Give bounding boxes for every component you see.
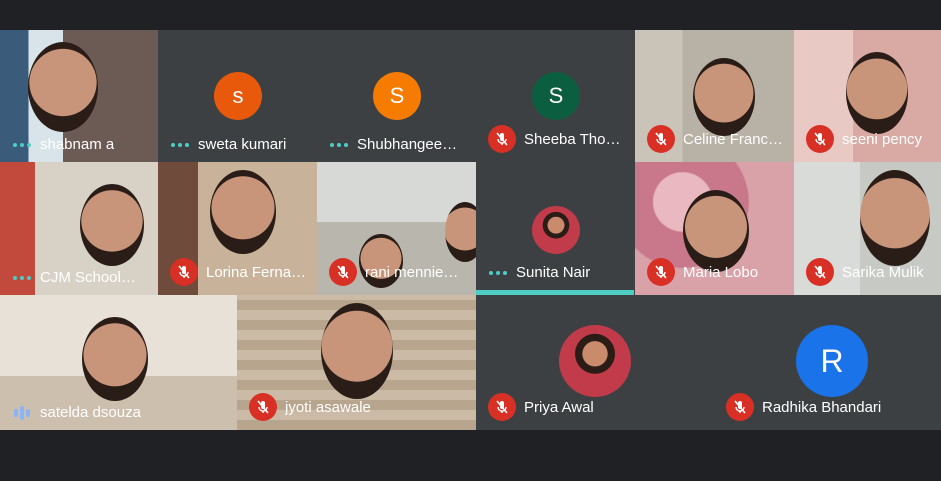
participant-tile[interactable]: Sunita Nair	[476, 162, 635, 295]
bottom-bar	[0, 430, 941, 481]
participant-name: rani mennie…	[365, 263, 459, 281]
participant-avatar	[559, 325, 631, 397]
participant-face	[846, 52, 908, 134]
participant-name: CJM School…	[40, 269, 136, 286]
participant-name: seeni pency	[842, 130, 923, 148]
speaking-dots-icon	[12, 275, 32, 280]
participant-face	[80, 184, 144, 266]
participant-avatar	[532, 206, 580, 254]
participant-name: Lorina Ferna…	[206, 263, 307, 281]
participant-tile[interactable]: s sweta kumari	[158, 30, 317, 162]
participant-name: Shubhangee…	[357, 136, 458, 153]
top-bar	[0, 0, 941, 30]
participant-tile[interactable]: Maria Lobo	[635, 162, 794, 295]
participant-avatar: S	[532, 72, 580, 120]
participant-name: Celine Franc…	[683, 130, 784, 148]
participant-name: sweta kumari	[198, 136, 287, 153]
participant-tile[interactable]: jyoti asawale	[237, 295, 476, 430]
participant-face	[210, 170, 276, 254]
participant-face	[445, 202, 476, 262]
participant-tile[interactable]: rani mennie…	[317, 162, 476, 295]
speaking-dots-icon	[329, 142, 349, 147]
participant-name: Sarika Mulik	[842, 263, 924, 281]
participant-face	[82, 317, 148, 401]
participant-tile[interactable]: Priya Awal	[476, 295, 714, 430]
participant-tile[interactable]: Celine Franc…	[635, 30, 794, 162]
mic-off-icon	[170, 258, 198, 286]
speaking-dots-icon	[488, 270, 508, 275]
participant-face	[860, 170, 930, 266]
participant-name: jyoti asawale	[285, 398, 371, 416]
participant-tile[interactable]: Sarika Mulik	[794, 162, 941, 295]
participant-tile[interactable]: Lorina Ferna…	[158, 162, 317, 295]
participant-name: shabnam a	[40, 136, 115, 153]
participant-face	[28, 42, 98, 132]
participant-tile[interactable]: seeni pency	[794, 30, 941, 162]
mic-off-icon	[726, 393, 754, 421]
participant-tile[interactable]: S Sheeba Tho…	[476, 30, 635, 162]
participant-name: satelda dsouza	[40, 404, 141, 421]
participant-tile[interactable]: shabnam a	[0, 30, 158, 162]
participant-avatar: S	[373, 72, 421, 120]
participant-name: Radhika Bhandari	[762, 398, 882, 416]
mic-off-icon	[249, 393, 277, 421]
participant-avatar: R	[796, 325, 868, 397]
mic-off-icon	[647, 258, 675, 286]
participant-tile[interactable]: S Shubhangee…	[317, 30, 476, 162]
speaking-dots-icon	[12, 142, 32, 147]
speaking-dots-icon	[170, 142, 190, 147]
mic-off-icon	[329, 258, 357, 286]
participant-tile[interactable]: R Radhika Bhandari	[714, 295, 941, 430]
audio-bars-icon	[12, 405, 32, 420]
participant-name: Sheeba Tho…	[524, 130, 621, 148]
mic-off-icon	[647, 125, 675, 153]
mic-off-icon	[488, 393, 516, 421]
mic-off-icon	[488, 125, 516, 153]
participant-avatar: s	[214, 72, 262, 120]
mic-off-icon	[806, 258, 834, 286]
mic-off-icon	[806, 125, 834, 153]
participant-name: Priya Awal	[524, 398, 594, 416]
participant-tile[interactable]: CJM School…	[0, 162, 158, 295]
participant-tile[interactable]: satelda dsouza	[0, 295, 237, 430]
participant-face	[321, 303, 393, 399]
participant-name: Maria Lobo	[683, 263, 759, 281]
participant-name: Sunita Nair	[516, 264, 591, 281]
